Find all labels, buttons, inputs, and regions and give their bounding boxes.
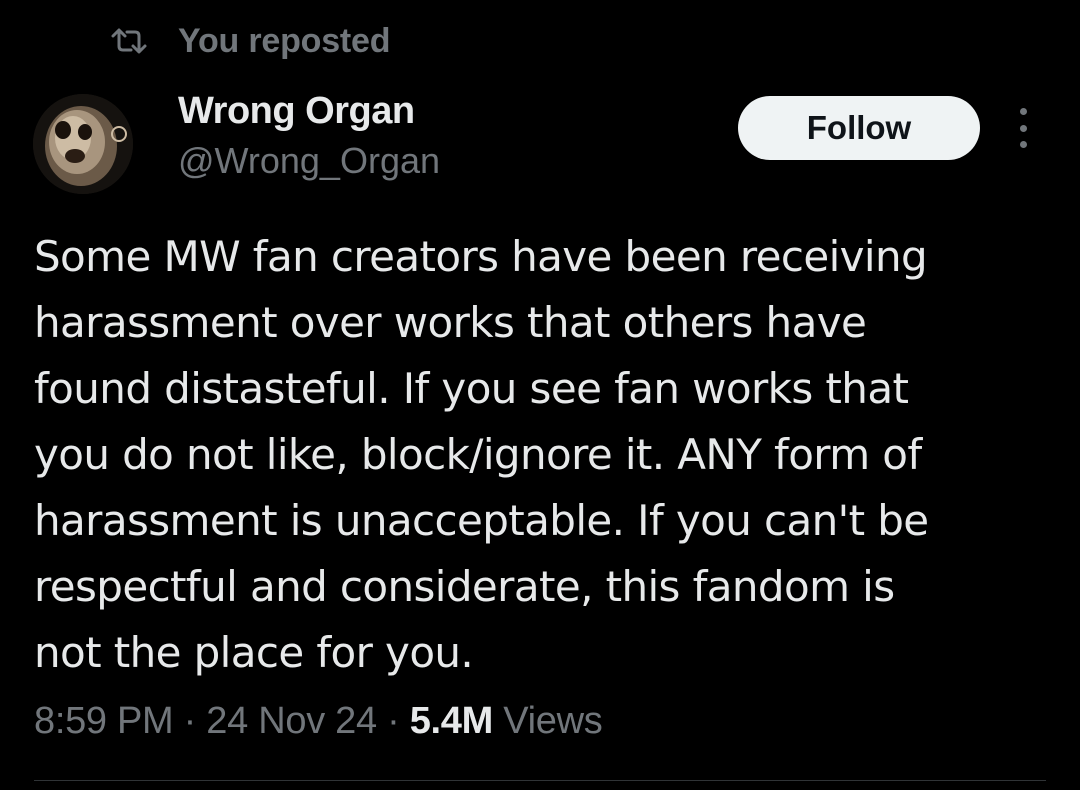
tweet-date[interactable]: 24 Nov 24: [206, 700, 377, 742]
tweet-text-line: harassment is unacceptable. If you can't…: [34, 496, 929, 545]
tweet-text-line: Some MW fan creators have been receiving: [34, 232, 928, 281]
meta-separator: ·: [173, 700, 207, 742]
more-dot: [1019, 124, 1027, 132]
avatar[interactable]: [33, 94, 133, 194]
tweet-text-line: respectful and considerate, this fandom …: [34, 562, 895, 611]
tweet-text: Some MW fan creators have been receiving…: [34, 224, 1044, 686]
author-name[interactable]: Wrong Organ: [178, 90, 415, 133]
tweet-text-line: not the place for you.: [34, 628, 474, 677]
tweet-metadata: 8:59 PM · 24 Nov 24 · 5.4M Views: [34, 700, 603, 743]
divider: [34, 780, 1046, 781]
author-handle[interactable]: @Wrong_Organ: [178, 140, 440, 182]
meta-separator: ·: [376, 700, 410, 742]
tweet-text-line: found distasteful. If you see fan works …: [34, 364, 909, 413]
repost-icon: [111, 28, 147, 54]
tweet-text-line: you do not like, block/ignore it. ANY fo…: [34, 430, 922, 479]
views-label: Views: [492, 700, 603, 742]
repost-header: You reposted: [110, 20, 391, 62]
follow-button[interactable]: Follow: [738, 96, 980, 160]
more-dot: [1019, 141, 1027, 148]
views-count[interactable]: 5.4M: [410, 700, 494, 742]
tweet-time[interactable]: 8:59 PM: [34, 700, 174, 742]
repost-label: You reposted: [178, 21, 391, 60]
more-dot: [1019, 108, 1027, 115]
more-icon[interactable]: [1008, 108, 1038, 148]
tweet-text-line: harassment over works that others have: [34, 298, 867, 347]
